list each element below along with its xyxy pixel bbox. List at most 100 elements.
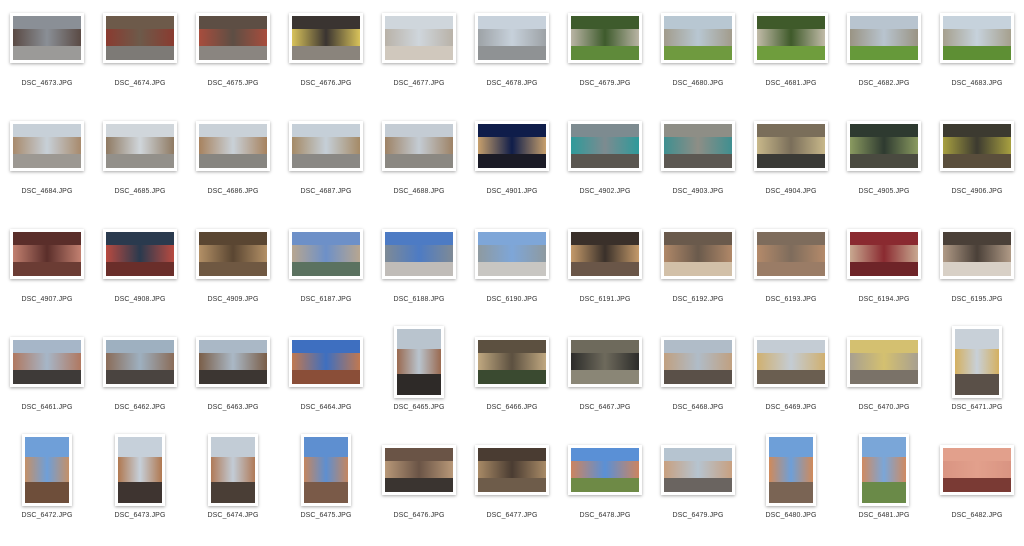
photo-thumbnail[interactable] — [382, 445, 456, 495]
photo-thumbnail[interactable] — [208, 434, 258, 506]
photo-thumbnail[interactable] — [301, 434, 351, 506]
file-item[interactable]: DSC_6475.JPG — [279, 434, 373, 546]
thumbnail-frame[interactable] — [930, 322, 1024, 402]
file-item[interactable]: DSC_4687.JPG — [279, 114, 373, 222]
file-item[interactable]: DSC_4909.JPG — [186, 222, 280, 330]
file-item[interactable]: DSC_4688.JPG — [372, 114, 466, 222]
thumbnail-frame[interactable] — [93, 330, 187, 394]
file-item[interactable]: DSC_4675.JPG — [186, 6, 280, 114]
file-item[interactable]: DSC_6468.JPG — [651, 330, 745, 438]
file-item[interactable]: DSC_6477.JPG — [465, 438, 559, 546]
thumbnail-frame[interactable] — [93, 222, 187, 286]
photo-thumbnail[interactable] — [940, 121, 1014, 171]
file-item[interactable]: DSC_4680.JPG — [651, 6, 745, 114]
file-item[interactable]: DSC_4673.JPG — [0, 6, 94, 114]
photo-thumbnail[interactable] — [10, 337, 84, 387]
thumbnail-frame[interactable] — [744, 114, 838, 178]
photo-thumbnail[interactable] — [568, 121, 642, 171]
thumbnail-frame[interactable] — [651, 330, 745, 394]
file-item[interactable]: DSC_4686.JPG — [186, 114, 280, 222]
photo-thumbnail[interactable] — [289, 121, 363, 171]
file-item[interactable]: DSC_4678.JPG — [465, 6, 559, 114]
photo-thumbnail[interactable] — [847, 13, 921, 63]
photo-thumbnail[interactable] — [103, 229, 177, 279]
photo-thumbnail[interactable] — [859, 434, 909, 506]
thumbnail-frame[interactable] — [186, 430, 280, 510]
thumbnail-frame[interactable] — [372, 6, 466, 70]
file-item[interactable]: DSC_4674.JPG — [93, 6, 187, 114]
photo-thumbnail[interactable] — [568, 229, 642, 279]
file-item[interactable]: DSC_6195.JPG — [930, 222, 1024, 330]
thumbnail-frame[interactable] — [279, 114, 373, 178]
thumbnail-frame[interactable] — [465, 114, 559, 178]
file-item[interactable]: DSC_6190.JPG — [465, 222, 559, 330]
file-item[interactable]: DSC_4682.JPG — [837, 6, 931, 114]
thumbnail-frame[interactable] — [93, 430, 187, 510]
thumbnail-frame[interactable] — [0, 222, 94, 286]
photo-thumbnail[interactable] — [22, 434, 72, 506]
file-item[interactable]: DSC_6480.JPG — [744, 434, 838, 546]
thumbnail-frame[interactable] — [837, 330, 931, 394]
photo-thumbnail[interactable] — [661, 337, 735, 387]
file-item[interactable]: DSC_4908.JPG — [93, 222, 187, 330]
thumbnail-frame[interactable] — [465, 222, 559, 286]
photo-thumbnail[interactable] — [568, 445, 642, 495]
file-item[interactable]: DSC_6473.JPG — [93, 434, 187, 546]
thumbnail-frame[interactable] — [930, 6, 1024, 70]
file-item[interactable]: DSC_4684.JPG — [0, 114, 94, 222]
file-item[interactable]: DSC_6479.JPG — [651, 438, 745, 546]
file-item[interactable]: DSC_6466.JPG — [465, 330, 559, 438]
photo-thumbnail[interactable] — [766, 434, 816, 506]
file-item[interactable]: DSC_4681.JPG — [744, 6, 838, 114]
thumbnail-frame[interactable] — [558, 6, 652, 70]
thumbnail-frame[interactable] — [651, 114, 745, 178]
photo-thumbnail[interactable] — [847, 121, 921, 171]
file-item[interactable]: DSC_4904.JPG — [744, 114, 838, 222]
thumbnail-frame[interactable] — [279, 6, 373, 70]
file-item[interactable]: DSC_6476.JPG — [372, 438, 466, 546]
file-item[interactable]: DSC_6478.JPG — [558, 438, 652, 546]
photo-thumbnail[interactable] — [475, 121, 549, 171]
thumbnail-frame[interactable] — [186, 222, 280, 286]
thumbnail-frame[interactable] — [837, 430, 931, 510]
thumbnail-frame[interactable] — [372, 222, 466, 286]
file-item[interactable]: DSC_4901.JPG — [465, 114, 559, 222]
thumbnail-frame[interactable] — [558, 114, 652, 178]
file-item[interactable]: DSC_4676.JPG — [279, 6, 373, 114]
file-item[interactable]: DSC_6461.JPG — [0, 330, 94, 438]
thumbnail-frame[interactable] — [744, 6, 838, 70]
photo-thumbnail[interactable] — [661, 229, 735, 279]
photo-thumbnail[interactable] — [475, 445, 549, 495]
photo-thumbnail[interactable] — [103, 121, 177, 171]
thumbnail-frame[interactable] — [558, 222, 652, 286]
file-item[interactable]: DSC_6463.JPG — [186, 330, 280, 438]
photo-thumbnail[interactable] — [847, 229, 921, 279]
thumbnail-frame[interactable] — [465, 330, 559, 394]
file-item[interactable]: DSC_6191.JPG — [558, 222, 652, 330]
file-item[interactable]: DSC_6462.JPG — [93, 330, 187, 438]
photo-thumbnail[interactable] — [754, 13, 828, 63]
photo-thumbnail[interactable] — [475, 229, 549, 279]
file-item[interactable]: DSC_6188.JPG — [372, 222, 466, 330]
thumbnail-frame[interactable] — [651, 438, 745, 502]
thumbnail-frame[interactable] — [279, 430, 373, 510]
photo-thumbnail[interactable] — [10, 13, 84, 63]
photo-thumbnail[interactable] — [754, 121, 828, 171]
photo-thumbnail[interactable] — [289, 229, 363, 279]
photo-thumbnail[interactable] — [661, 13, 735, 63]
file-item[interactable]: DSC_6474.JPG — [186, 434, 280, 546]
thumbnail-frame[interactable] — [744, 430, 838, 510]
photo-thumbnail[interactable] — [289, 337, 363, 387]
file-item[interactable]: DSC_6464.JPG — [279, 330, 373, 438]
thumbnail-frame[interactable] — [744, 330, 838, 394]
thumbnail-frame[interactable] — [0, 430, 94, 510]
thumbnail-frame[interactable] — [0, 6, 94, 70]
thumbnail-frame[interactable] — [279, 222, 373, 286]
photo-thumbnail[interactable] — [382, 229, 456, 279]
photo-thumbnail[interactable] — [754, 229, 828, 279]
photo-thumbnail[interactable] — [382, 13, 456, 63]
file-item[interactable]: DSC_4903.JPG — [651, 114, 745, 222]
photo-thumbnail[interactable] — [952, 326, 1002, 398]
file-item[interactable]: DSC_4685.JPG — [93, 114, 187, 222]
photo-thumbnail[interactable] — [196, 13, 270, 63]
